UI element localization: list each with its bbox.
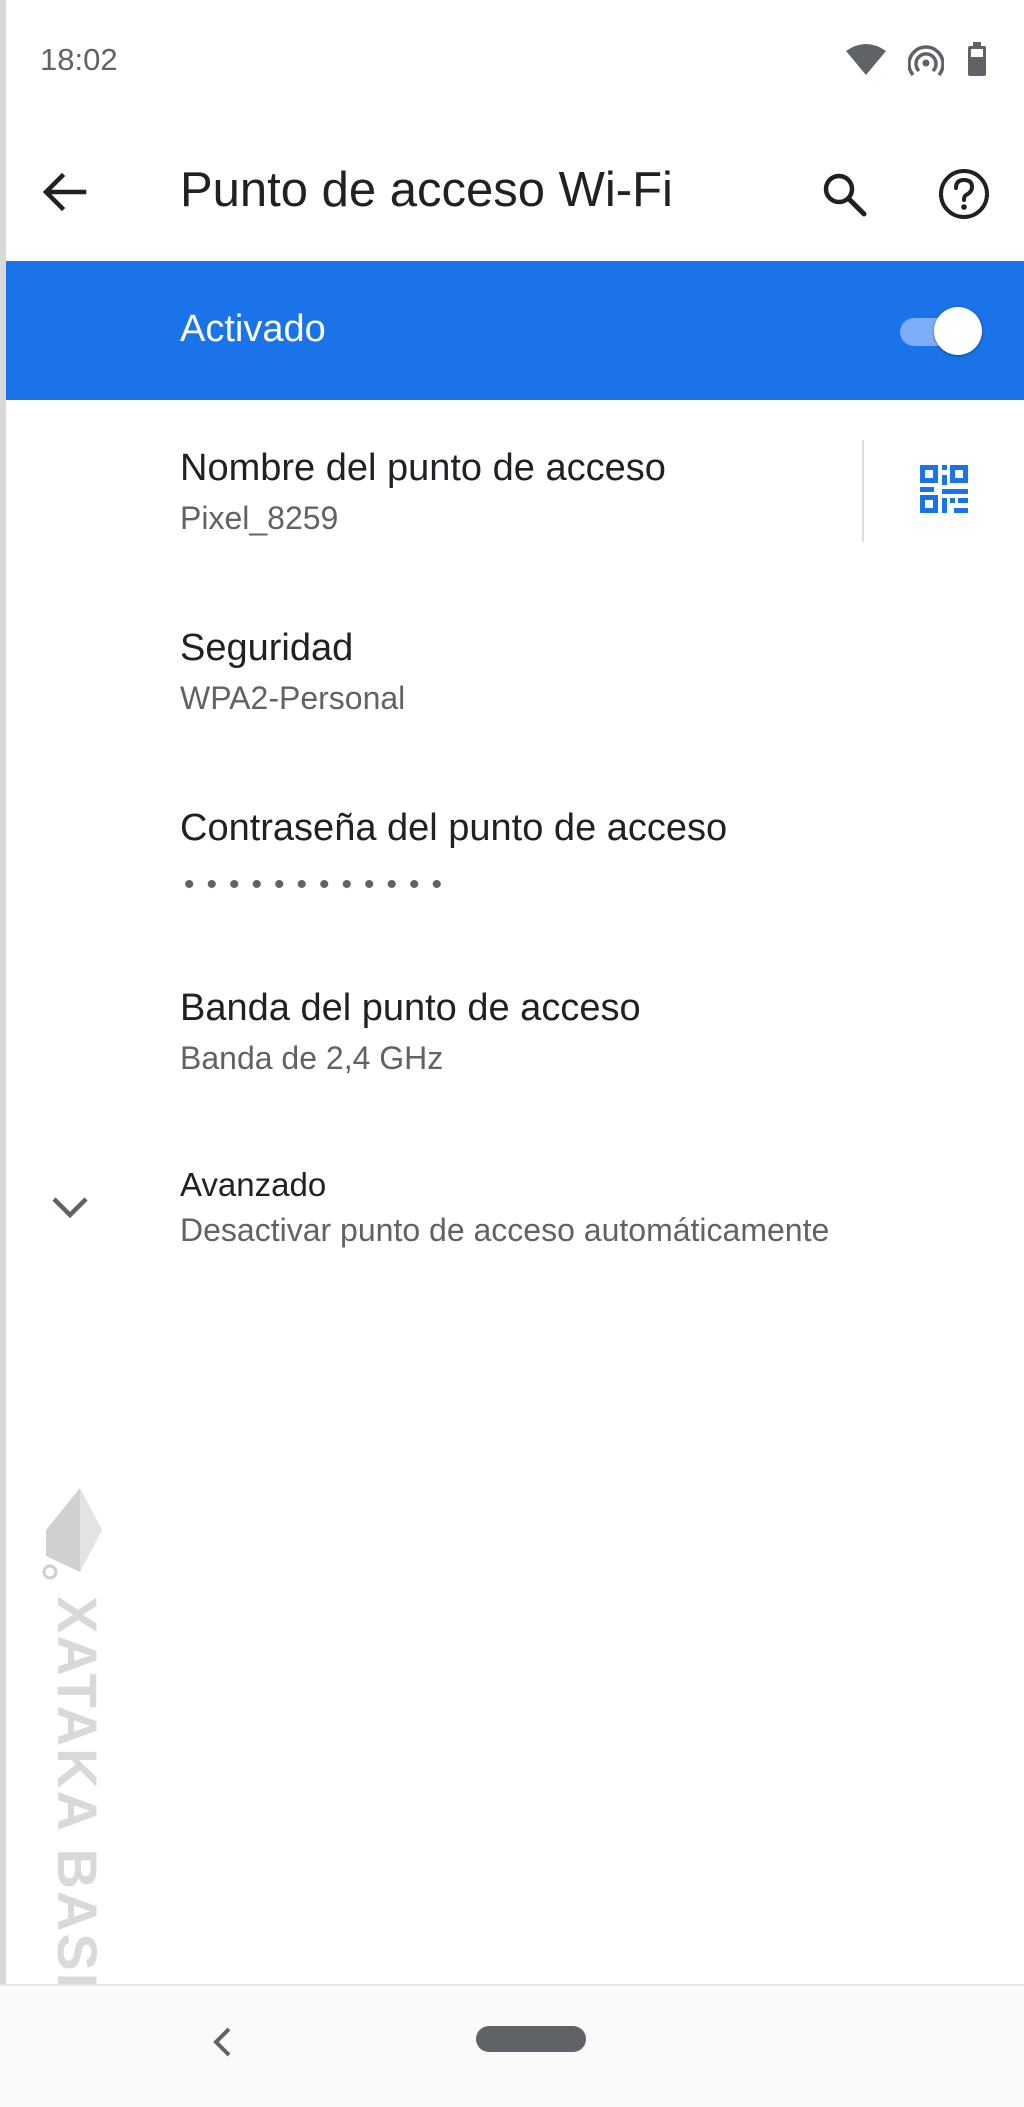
advanced-summary: Desactivar punto de acceso automáticamen… [180,1212,830,1248]
wifi-icon [846,43,886,82]
settings-item-security[interactable]: Seguridad WPA2-Personal [0,580,1024,760]
settings-item-hotspot-name[interactable]: Nombre del punto de acceso Pixel_8259 [0,400,1024,580]
back-button[interactable] [36,166,92,222]
band-title: Banda del punto de acceso [180,987,641,1029]
app-bar: Punto de acceso Wi-Fi [0,124,1024,260]
status-bar: 18:02 [0,0,1024,124]
battery-icon [966,42,988,83]
navigation-bar [0,1984,1024,2107]
qr-code-icon [920,464,968,518]
nav-home-pill[interactable] [476,2026,586,2052]
password-title: Contraseña del punto de acceso [180,807,728,849]
toggle-thumb [934,307,982,355]
master-toggle[interactable] [894,306,984,356]
band-value: Banda de 2,4 GHz [180,1040,444,1076]
settings-item-password[interactable]: Contraseña del punto de acceso [0,760,1024,940]
password-value: •••••••••••• [184,868,455,901]
hotspot-icon [907,43,945,82]
advanced-title: Avanzado [180,1166,327,1203]
master-switch-bar[interactable]: Activado [6,261,1024,400]
share-qr-button[interactable] [900,454,988,528]
nav-back-button[interactable] [200,2022,244,2066]
help-icon [938,168,990,225]
security-title: Seguridad [180,627,354,669]
status-icons [846,42,988,83]
back-arrow-icon [40,170,88,219]
hotspot-name-title: Nombre del punto de acceso [180,447,666,489]
security-value: WPA2-Personal [180,680,406,716]
help-button[interactable] [932,164,996,228]
qr-divider [862,440,864,542]
status-time: 18:02 [40,42,118,77]
master-switch-label: Activado [180,308,326,350]
expand-advanced-button[interactable] [46,1189,94,1229]
chevron-down-icon [50,1194,90,1225]
search-button[interactable] [812,164,876,228]
page-title: Punto de acceso Wi-Fi [180,163,673,217]
search-icon [820,170,868,223]
settings-item-band[interactable]: Banda del punto de acceso Banda de 2,4 G… [0,940,1024,1120]
hotspot-name-value: Pixel_8259 [180,500,339,536]
settings-item-advanced[interactable]: Avanzado Desactivar punto de acceso auto… [0,1120,1024,1300]
nav-back-icon [211,2026,233,2063]
